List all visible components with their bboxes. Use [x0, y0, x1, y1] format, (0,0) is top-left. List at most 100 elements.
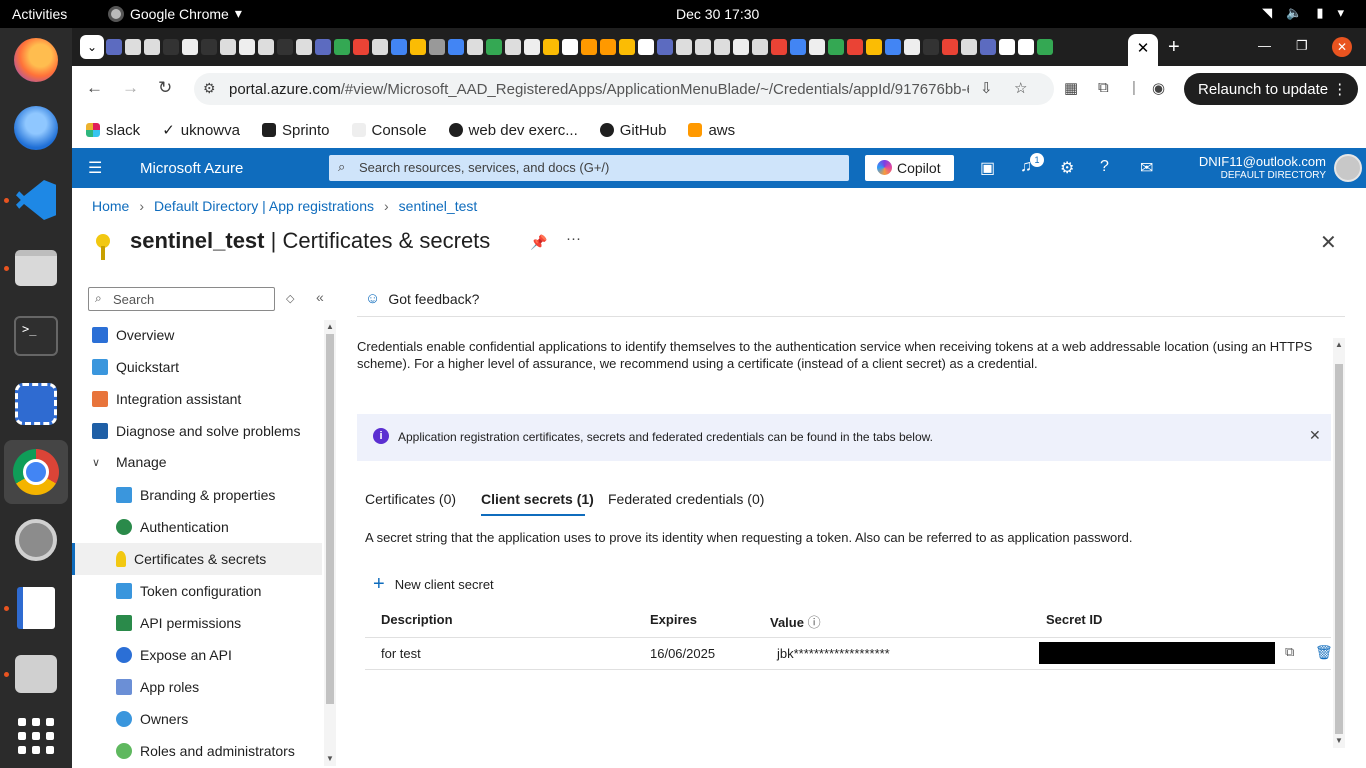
- menu-scrollbar[interactable]: ▲ ▼: [324, 320, 336, 766]
- bookmark-console[interactable]: Console: [351, 122, 427, 139]
- scroll-down-arrow[interactable]: ▼: [1335, 736, 1343, 745]
- cloud-shell-icon[interactable]: ▣: [980, 158, 995, 178]
- nav-item-overview[interactable]: Overview: [92, 319, 342, 351]
- nav-item-expose-api[interactable]: Expose an API: [116, 639, 322, 671]
- dock-image-viewer[interactable]: [12, 650, 60, 698]
- nav-item-certificates-secrets[interactable]: Certificates & secrets: [72, 543, 322, 575]
- rocket-icon: [92, 391, 108, 407]
- app-menu[interactable]: Google Chrome ▾: [108, 5, 242, 22]
- new-tab-button[interactable]: +: [1168, 36, 1180, 59]
- feedback-icon[interactable]: ✉: [1140, 158, 1153, 178]
- nav-item-owners[interactable]: Owners: [116, 703, 322, 735]
- bookmark-aws[interactable]: aws: [688, 122, 735, 139]
- bookmark-sprinto[interactable]: Sprinto: [261, 122, 330, 139]
- delete-icon[interactable]: 🗑: [1315, 644, 1333, 661]
- running-indicator: [4, 266, 9, 271]
- tab-federated-credentials[interactable]: Federated credentials (0): [608, 491, 764, 507]
- copy-icon[interactable]: ⧉: [1285, 644, 1294, 660]
- sprinto-icon: [261, 123, 276, 137]
- avatar[interactable]: [1334, 154, 1362, 182]
- content-scrollbar[interactable]: ▲ ▼: [1333, 338, 1345, 748]
- nav-item-api-permissions[interactable]: API permissions: [116, 607, 322, 639]
- azure-brand[interactable]: Microsoft Azure: [140, 160, 243, 177]
- scrollbar-thumb[interactable]: [326, 334, 334, 704]
- nav-item-integration-assistant[interactable]: Integration assistant: [92, 383, 342, 415]
- scroll-down-arrow[interactable]: ▼: [326, 754, 334, 763]
- nav-item-diagnose[interactable]: Diagnose and solve problems: [92, 415, 342, 447]
- profile-icon[interactable]: ◉: [1152, 79, 1165, 97]
- extension-icon[interactable]: ▦: [1064, 79, 1078, 97]
- system-tray[interactable]: ◥ 🔈 ▮ ▾: [1262, 5, 1344, 21]
- breadcrumb-home[interactable]: Home: [92, 198, 129, 214]
- breadcrumb-app[interactable]: sentinel_test: [399, 198, 478, 214]
- help-icon[interactable]: ?: [1100, 158, 1109, 176]
- global-search-input[interactable]: ⌕ Search resources, services, and docs (…: [329, 155, 849, 181]
- nav-item-app-roles[interactable]: App roles: [116, 671, 322, 703]
- dock-chrome[interactable]: [4, 440, 68, 504]
- extensions-puzzle-icon[interactable]: ⧉: [1098, 79, 1109, 96]
- back-button[interactable]: ←: [86, 78, 103, 98]
- show-apps-button[interactable]: [12, 712, 60, 760]
- close-blade-icon[interactable]: ✕: [1320, 230, 1337, 255]
- collapse-menu-icon[interactable]: «: [316, 289, 324, 305]
- pin-icon[interactable]: 📌: [530, 234, 547, 251]
- account-menu[interactable]: DNIF11@outlook.com DEFAULT DIRECTORY: [1172, 154, 1326, 181]
- minimize-button[interactable]: —: [1258, 38, 1271, 53]
- bookmark-uknowva[interactable]: ✓ uknowva: [162, 121, 240, 140]
- feedback-button[interactable]: ☺ Got feedback?: [365, 290, 479, 307]
- scroll-up-arrow[interactable]: ▲: [1335, 340, 1343, 349]
- dock-vscode[interactable]: [12, 176, 60, 224]
- dock-files[interactable]: [12, 244, 60, 292]
- reload-button[interactable]: ↻: [158, 78, 172, 98]
- dock-text-editor[interactable]: [12, 584, 60, 632]
- breadcrumb-app-registrations[interactable]: Default Directory | App registrations: [154, 198, 374, 214]
- info-circle-icon[interactable]: ⓘ: [808, 615, 821, 630]
- dismiss-banner-icon[interactable]: ✕: [1309, 427, 1321, 444]
- more-options-icon[interactable]: ···: [566, 230, 581, 247]
- activities-button[interactable]: Activities: [12, 6, 67, 22]
- tab-search-button[interactable]: ⌄: [80, 35, 104, 59]
- pinned-tabs[interactable]: [106, 37, 1053, 57]
- install-app-icon[interactable]: ⇩: [980, 79, 993, 97]
- secret-value[interactable]: jbk*******************: [777, 646, 890, 661]
- copilot-button[interactable]: Copilot: [865, 155, 954, 181]
- bookmark-web-dev[interactable]: web dev exerc...: [448, 122, 578, 139]
- bookmark-github[interactable]: GitHub: [599, 122, 666, 139]
- files-icon: [15, 250, 57, 286]
- site-info-icon[interactable]: ⚙: [203, 80, 216, 97]
- dock-screenshot[interactable]: [12, 380, 60, 428]
- nav-item-roles-admins[interactable]: Roles and administrators: [116, 735, 322, 767]
- dock-settings[interactable]: [12, 516, 60, 564]
- nav-item-authentication[interactable]: Authentication: [116, 511, 322, 543]
- new-client-secret-button[interactable]: + New client secret: [373, 574, 494, 594]
- overview-icon: [92, 327, 108, 343]
- address-bar[interactable]: ⚙ portal.azure.com/#view/Microsoft_AAD_R…: [194, 73, 1054, 105]
- chevron-down-icon: ∨: [92, 456, 101, 469]
- dock-firefox[interactable]: [12, 36, 60, 84]
- settings-gear-icon[interactable]: ⚙: [1060, 158, 1074, 178]
- scroll-up-arrow[interactable]: ▲: [326, 322, 334, 331]
- battery-icon: ▮: [1316, 5, 1324, 20]
- dock-thunderbird[interactable]: [12, 104, 60, 152]
- maximize-button[interactable]: ❐: [1296, 38, 1308, 54]
- nav-item-branding[interactable]: Branding & properties: [116, 479, 322, 511]
- tab-client-secrets[interactable]: Client secrets (1): [481, 491, 594, 507]
- clock[interactable]: Dec 30 17:30: [676, 6, 759, 22]
- screenshot-icon: [15, 383, 57, 425]
- nav-group-manage[interactable]: ∨ Manage: [92, 446, 342, 478]
- hamburger-menu-icon[interactable]: ☰: [88, 158, 102, 178]
- nav-item-quickstart[interactable]: Quickstart: [92, 351, 342, 383]
- url-text[interactable]: portal.azure.com/#view/Microsoft_AAD_Reg…: [229, 81, 969, 98]
- tab-certificates[interactable]: Certificates (0): [365, 491, 456, 507]
- bookmark-star-icon[interactable]: ☆: [1014, 79, 1027, 97]
- sort-icon[interactable]: ◇: [286, 292, 294, 305]
- scrollbar-thumb[interactable]: [1335, 364, 1343, 734]
- nav-item-token-configuration[interactable]: Token configuration: [116, 575, 322, 607]
- window-close-button[interactable]: ✕: [1332, 37, 1352, 57]
- bookmark-slack[interactable]: slack: [86, 122, 140, 139]
- close-tab-icon[interactable]: ✕: [1128, 34, 1158, 66]
- menu-search-input[interactable]: ⌕ Search: [88, 287, 275, 311]
- dock-terminal[interactable]: >_: [12, 312, 60, 360]
- forward-button[interactable]: →: [122, 78, 139, 98]
- relaunch-button[interactable]: Relaunch to update ⋮: [1184, 73, 1358, 105]
